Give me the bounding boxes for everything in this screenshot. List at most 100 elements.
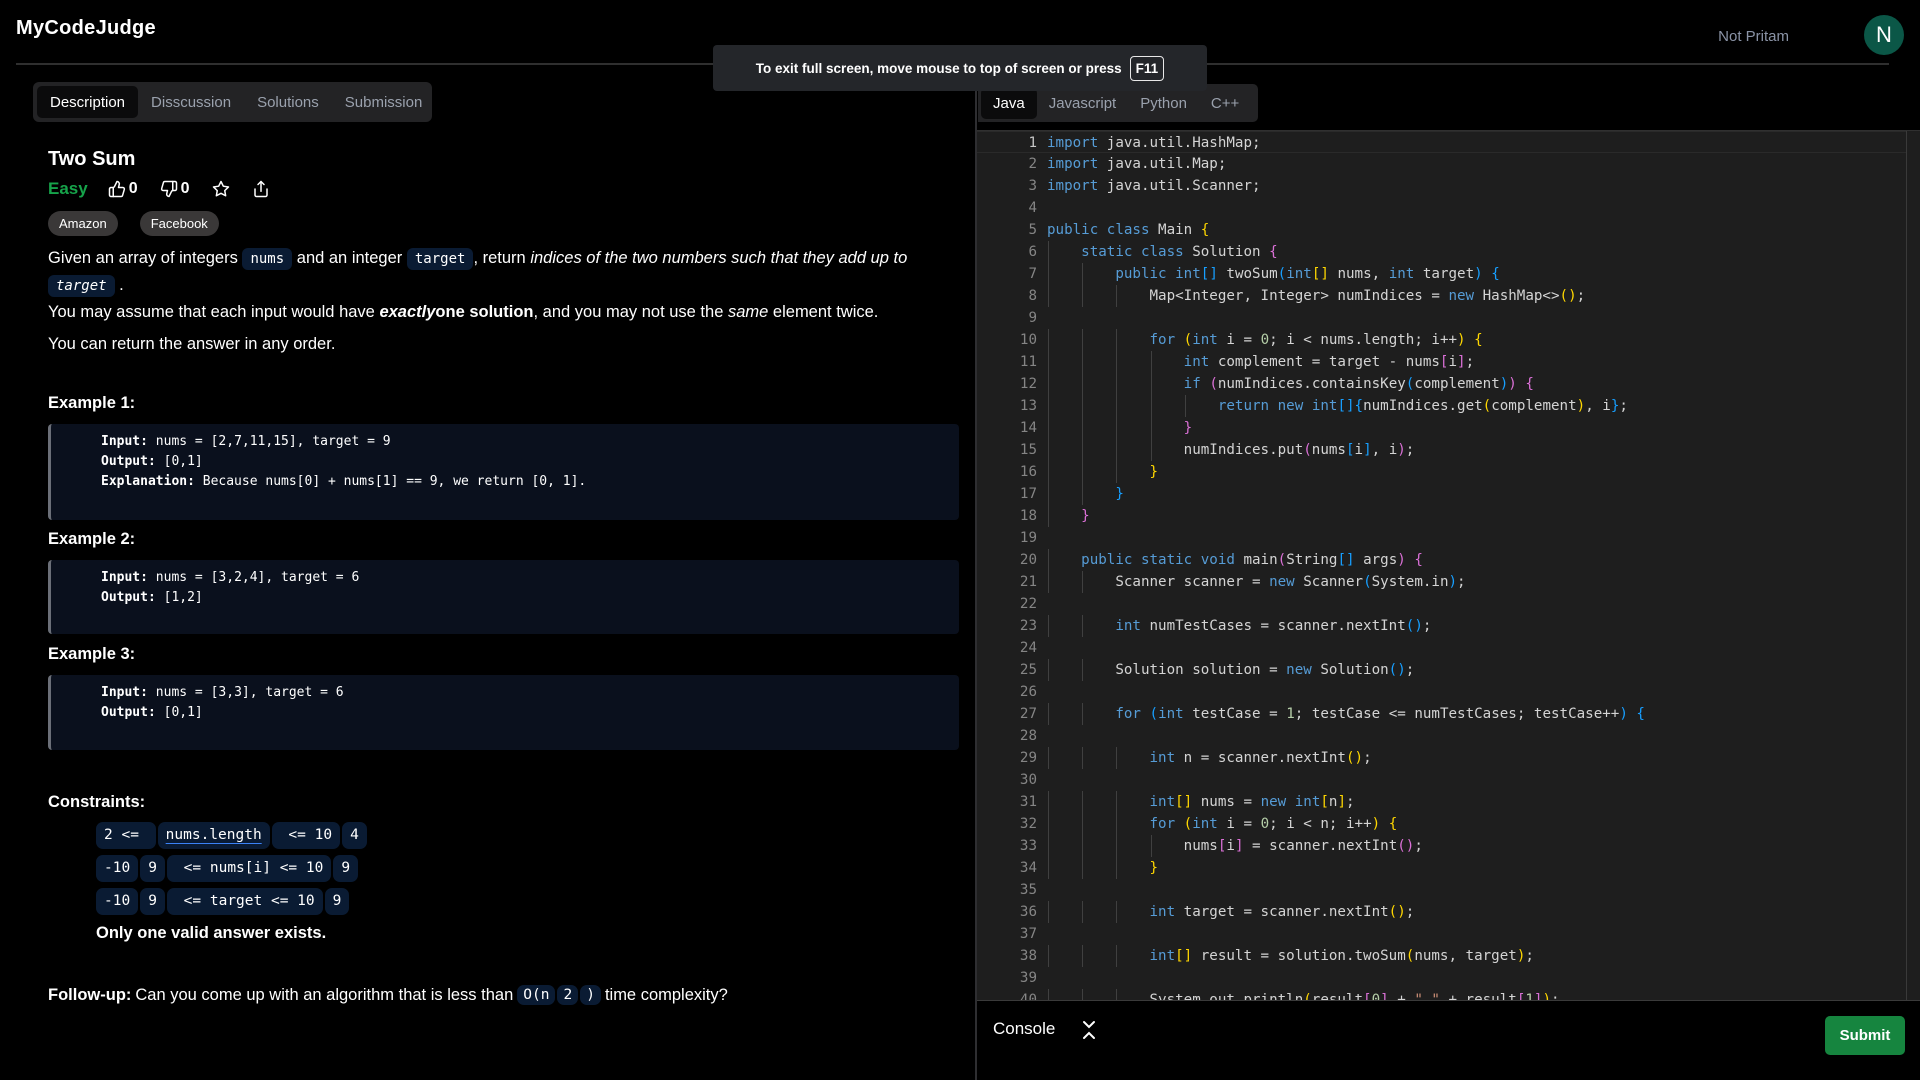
tab-solutions[interactable]: Solutions — [244, 86, 332, 118]
line-number: 16 — [1019, 464, 1037, 480]
nums-length-link[interactable]: nums.length — [166, 827, 262, 843]
line-number: 36 — [1019, 904, 1037, 920]
code-line[interactable]: 24 — [977, 637, 1920, 659]
output-label: Output: — [101, 454, 156, 469]
code-line[interactable]: 21 Scanner scanner = new Scanner(System.… — [977, 571, 1920, 593]
indent-guide — [1048, 659, 1049, 681]
code-line[interactable]: 33 nums[i] = scanner.nextInt(); — [977, 835, 1920, 857]
code-line[interactable]: 25 Solution solution = new Solution(); — [977, 659, 1920, 681]
company-tags: Amazon Facebook — [48, 211, 958, 236]
tab-java[interactable]: Java — [981, 87, 1037, 119]
code-line[interactable]: 29 int n = scanner.nextInt(); — [977, 747, 1920, 769]
code-line[interactable]: 10 for (int i = 0; i < nums.length; i++)… — [977, 329, 1920, 351]
line-number: 8 — [1028, 288, 1037, 304]
indent-guide — [1048, 835, 1049, 857]
indent-guide — [1082, 263, 1084, 285]
app-logo[interactable]: MyCodeJudge — [16, 17, 156, 40]
dislike-button[interactable]: 0 — [160, 180, 190, 198]
tag-facebook[interactable]: Facebook — [139, 211, 219, 236]
indent-guide — [1082, 945, 1084, 967]
console-bar: Console — [977, 1000, 1920, 1080]
favorite-button[interactable] — [212, 180, 230, 198]
code-line[interactable]: 35 — [977, 879, 1920, 901]
tab-cpp[interactable]: C++ — [1199, 88, 1251, 119]
code-line[interactable]: 28 — [977, 725, 1920, 747]
like-button[interactable]: 0 — [108, 180, 138, 198]
code-line[interactable]: 19 — [977, 527, 1920, 549]
console-label[interactable]: Console — [993, 1019, 1055, 1039]
tab-submission[interactable]: Submission — [332, 86, 436, 118]
code-line[interactable]: 20 public static void main(String[] args… — [977, 549, 1920, 571]
code-text: public class Main { — [1047, 222, 1210, 238]
constraint-chip: nums.length — [157, 822, 270, 849]
text: , and you may not use the — [533, 303, 724, 321]
code-line[interactable]: 39 — [977, 967, 1920, 989]
problem-description: Two Sum Easy 0 0 Amazon Facebook Given a… — [48, 145, 958, 357]
indent-guide — [1116, 373, 1118, 395]
code-line[interactable]: 23 int numTestCases = scanner.nextInt(); — [977, 615, 1920, 637]
text: Given an array of integers — [48, 249, 238, 267]
code-line[interactable]: 14 } — [977, 417, 1920, 439]
code-line[interactable]: 2 import java.util.Map; — [977, 153, 1920, 175]
code-line[interactable]: 6 static class Solution { — [977, 241, 1920, 263]
constraint-2: -10 9 <= nums[i] <= 10 9 — [96, 855, 359, 882]
user-avatar[interactable]: N — [1864, 15, 1904, 55]
code-line[interactable]: 12 if (numIndices.containsKey(complement… — [977, 373, 1920, 395]
indent-guide — [1082, 329, 1084, 351]
constraint-exponent: 9 — [140, 888, 165, 915]
code-line[interactable]: 8 Map<Integer, Integer> numIndices = new… — [977, 285, 1920, 307]
indent-guide — [1048, 747, 1049, 769]
code-line[interactable]: 30 — [977, 769, 1920, 791]
code-line[interactable]: 15 numIndices.put(nums[i], i); — [977, 439, 1920, 461]
tab-javascript[interactable]: Javascript — [1037, 88, 1129, 119]
code-line[interactable]: 36 int target = scanner.nextInt(); — [977, 901, 1920, 923]
indent-guide — [1048, 263, 1049, 285]
line-number: 24 — [1019, 640, 1037, 656]
line-number: 1 — [1028, 135, 1037, 151]
code-line[interactable]: 34 } — [977, 857, 1920, 879]
code-line[interactable]: 18 } — [977, 505, 1920, 527]
share-button[interactable] — [252, 180, 270, 198]
code-text: } — [1149, 464, 1159, 480]
code-line[interactable]: 5 public class Main { — [977, 219, 1920, 241]
tab-description[interactable]: Description — [37, 86, 139, 118]
code-line[interactable]: 38 int[] result = solution.twoSum(nums, … — [977, 945, 1920, 967]
line-number: 40 — [1019, 992, 1037, 1000]
code-line[interactable]: 22 — [977, 593, 1920, 615]
code-line[interactable]: 13 return new int[]{numIndices.get(compl… — [977, 395, 1920, 417]
submit-button[interactable]: Submit — [1825, 1016, 1905, 1055]
tab-python[interactable]: Python — [1128, 88, 1199, 119]
code-line[interactable]: 27 for (int testCase = 1; testCase <= nu… — [977, 703, 1920, 725]
code-editor[interactable]: 1 import java.util.HashMap; 2 import java.u… — [977, 130, 1920, 1000]
input-label: Input: — [101, 434, 148, 449]
code-line[interactable]: 16 } — [977, 461, 1920, 483]
code-line[interactable]: 3 import java.util.Scanner; — [977, 175, 1920, 197]
tab-discussion[interactable]: Disscussion — [138, 86, 244, 118]
output-label: Output: — [101, 705, 156, 720]
code-line[interactable]: 1 import java.util.HashMap; — [977, 131, 1906, 153]
code-line[interactable]: 9 — [977, 307, 1920, 329]
code-line[interactable]: 40 System.out.println(result[0] + " " + … — [977, 989, 1920, 1000]
share-icon — [253, 180, 268, 198]
line-number: 3 — [1028, 178, 1037, 194]
code-line[interactable]: 7 public int[] twoSum(int[] nums, int ta… — [977, 263, 1920, 285]
code-target: target — [406, 248, 474, 270]
code-text: int n = scanner.nextInt(); — [1149, 750, 1372, 766]
constraint-chip: -10 — [96, 888, 139, 915]
indent-guide — [1116, 417, 1118, 439]
code-line[interactable]: 17 } — [977, 483, 1920, 505]
line-number: 33 — [1019, 838, 1037, 854]
code-line[interactable]: 32 for (int i = 0; i < n; i++) { — [977, 813, 1920, 835]
line-number: 4 — [1028, 200, 1037, 216]
tag-amazon[interactable]: Amazon — [48, 211, 118, 236]
code-line[interactable]: 31 int[] nums = new int[n]; — [977, 791, 1920, 813]
line-number: 30 — [1019, 772, 1037, 788]
example-2-title: Example 2: — [48, 530, 136, 548]
code-line[interactable]: 26 — [977, 681, 1920, 703]
indent-guide — [1116, 395, 1118, 417]
indent-guide — [1082, 857, 1084, 879]
code-line[interactable]: 37 — [977, 923, 1920, 945]
expand-collapse-icon[interactable] — [1081, 1019, 1097, 1041]
code-line[interactable]: 4 — [977, 197, 1920, 219]
code-line[interactable]: 11 int complement = target - nums[i]; — [977, 351, 1920, 373]
